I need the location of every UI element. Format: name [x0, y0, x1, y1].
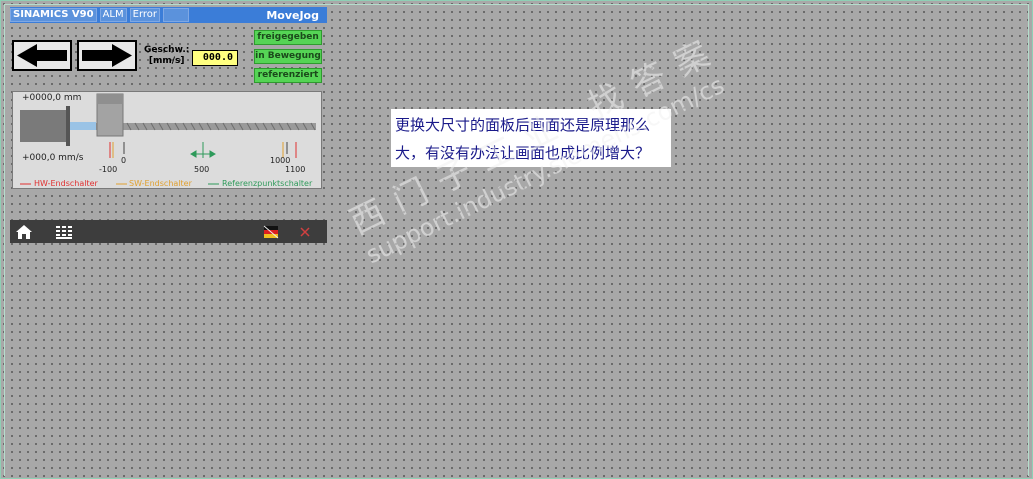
- speed-label: Geschw.: [mm/s]: [144, 45, 189, 67]
- position-value: +0000,0 mm: [22, 93, 82, 103]
- empty-indicator: [163, 8, 189, 22]
- tick-label-minus100: -100: [99, 165, 118, 174]
- legend-ref-switch: Referenzpunktschalter: [222, 179, 313, 188]
- motor-flange: [66, 106, 70, 146]
- device-name: SINAMICS V90: [10, 8, 97, 22]
- arrow-right-icon: [82, 44, 132, 67]
- faceplate-header: SINAMICS V90 ALM Error MoveJog: [10, 7, 327, 23]
- legend-hw-limit: HW-Endschalter: [34, 179, 98, 188]
- close-icon[interactable]: [296, 223, 314, 241]
- speed-input[interactable]: 000.0: [192, 50, 238, 66]
- language-flag-icon[interactable]: [262, 223, 280, 241]
- speed-label-unit: [mm/s]: [148, 56, 185, 66]
- message-line-2: 大，有没有办法让画面也成比例增大？: [395, 144, 651, 162]
- legend-sw-limit: SW-Endschalter: [129, 179, 192, 188]
- watermark-line-2: support.industry.siemens.com/cs: [361, 70, 729, 270]
- status-enabled: freigegeben: [254, 30, 322, 45]
- alarm-indicator: ALM: [99, 8, 127, 22]
- status-referenced: referenziert: [254, 68, 322, 83]
- jog-forward-button[interactable]: [77, 40, 137, 71]
- tick-label-0: 0: [121, 156, 127, 165]
- velocity-value: +000,0 mm/s: [22, 153, 84, 163]
- motor-body: [20, 110, 66, 142]
- coupling: [70, 122, 96, 130]
- keypad-icon[interactable]: [55, 223, 73, 241]
- arrow-left-icon: [17, 44, 67, 67]
- axis-drawing: [20, 93, 316, 185]
- tick-label-500: 500: [194, 165, 210, 174]
- jog-backward-button[interactable]: [12, 40, 72, 71]
- speed-label-line1: Geschw.:: [144, 45, 190, 55]
- message-text-box: 更换大尺寸的面板后画面还是原理那么 大，有没有办法让画面也成比例增大？: [391, 109, 671, 167]
- tick-label-1100: 1100: [285, 165, 306, 174]
- error-indicator: Error: [129, 8, 160, 22]
- message-line-1: 更换大尺寸的面板后画面还是原理那么: [395, 116, 651, 134]
- home-icon[interactable]: [15, 223, 33, 241]
- mode-label: MoveJog: [266, 8, 319, 22]
- tick-label-1000: 1000: [270, 156, 291, 165]
- status-moving: in Bewegung: [254, 49, 322, 64]
- bottom-toolbar: [10, 220, 327, 243]
- axis-diagram: +0000,0 mm +000,0 mm/s 0 500 1000 -100 1…: [12, 91, 322, 189]
- reference-switch: [190, 142, 216, 158]
